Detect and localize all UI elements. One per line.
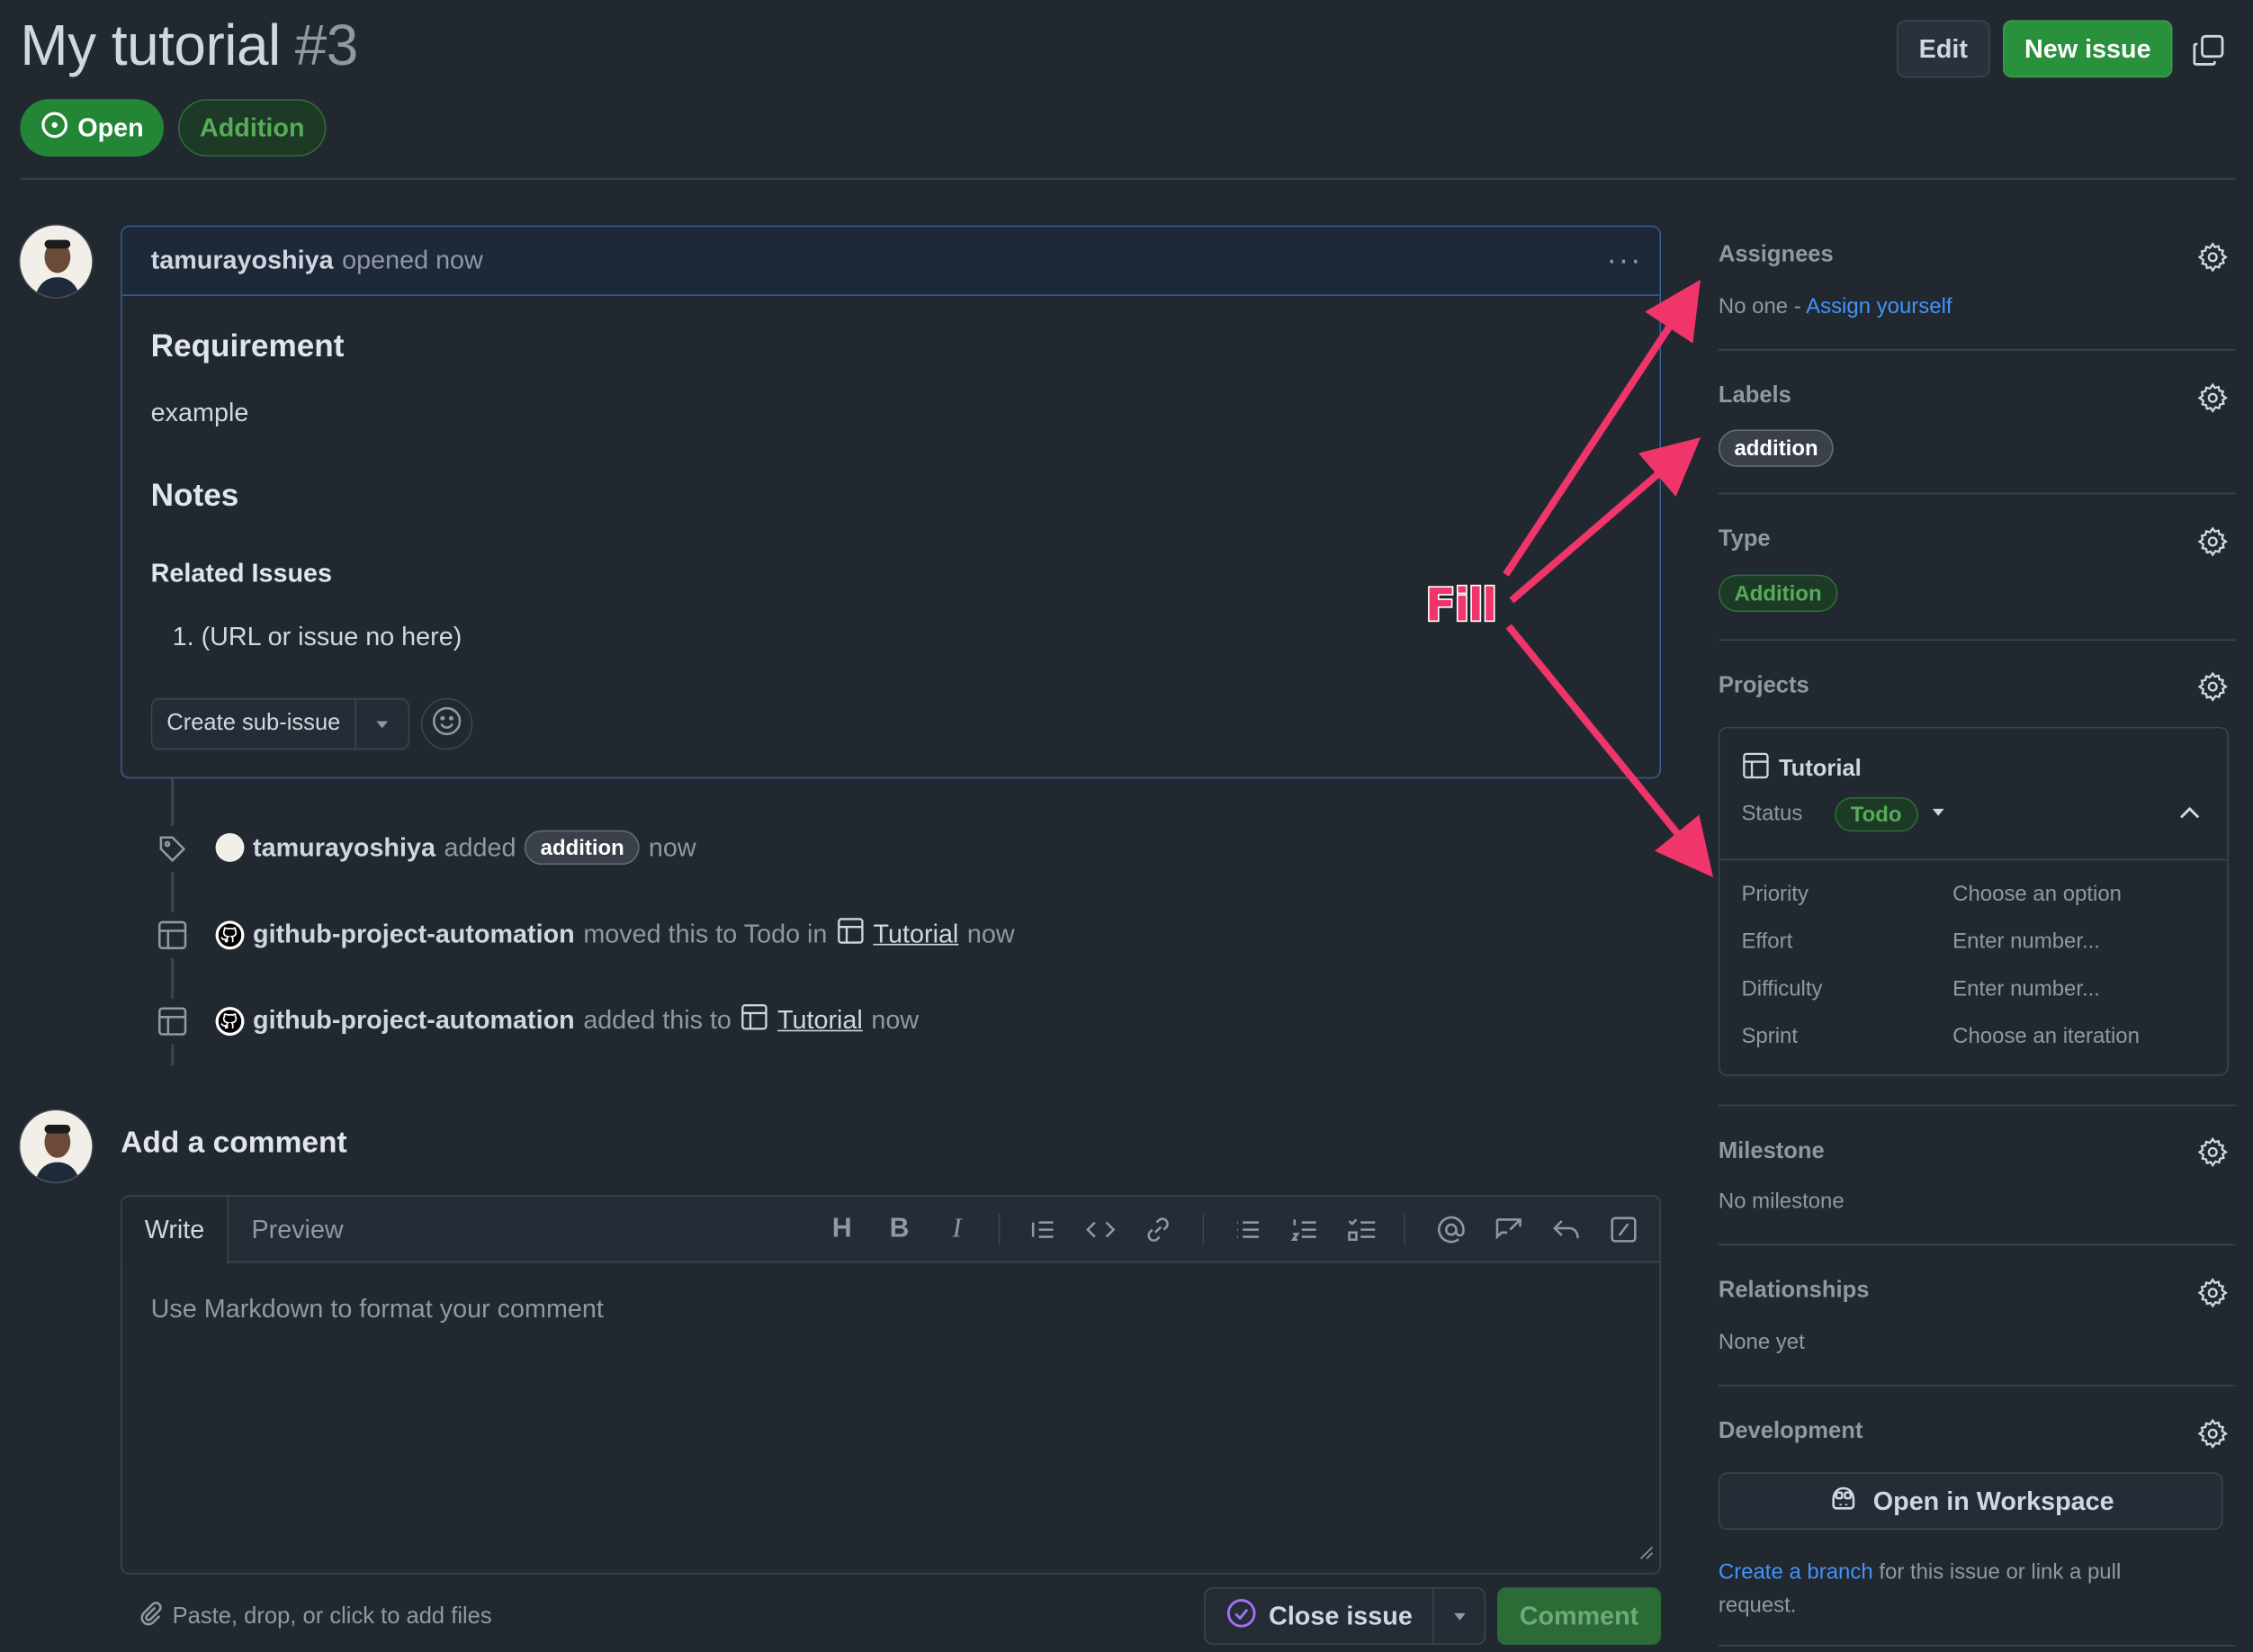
annotation-arrows [1503,279,1714,878]
arrow-to-project-fields [1505,624,1714,878]
annotation-fill-label: Fill [1424,579,1499,633]
arrow-to-assignees [1503,279,1701,577]
